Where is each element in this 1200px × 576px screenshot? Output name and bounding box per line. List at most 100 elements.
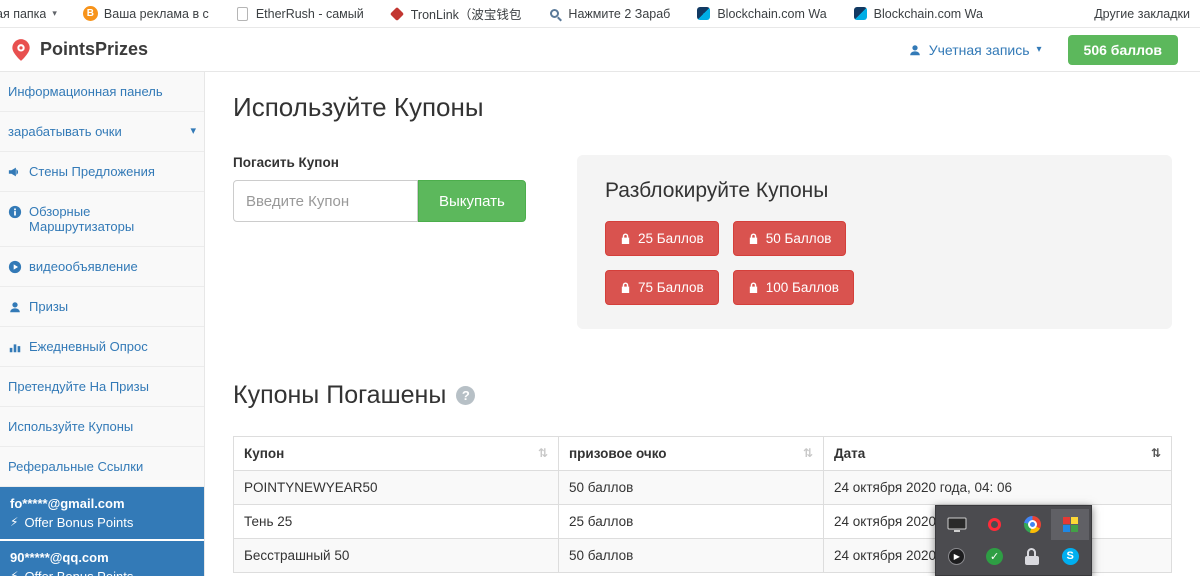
- sidebar-item-claim-prizes[interactable]: Претендуйте На Призы: [0, 367, 204, 407]
- sidebar-item-survey-routers[interactable]: Обзорные Маршрутизаторы: [0, 192, 204, 247]
- lock-icon: [748, 232, 759, 245]
- other-bookmarks-label: Другие закладки: [1094, 7, 1190, 21]
- bookmark-label: Нажмите 2 Зараб: [568, 7, 670, 21]
- bookmark-label: Blockchain.com Wa: [717, 7, 826, 21]
- coupon-input[interactable]: [233, 180, 418, 222]
- referral-action-label: Offer Bonus Points: [24, 569, 133, 576]
- unlock-button-label: 25 Баллов: [638, 231, 704, 246]
- bookmark-item[interactable]: Нажмите 2 Зараб: [547, 6, 670, 21]
- bookmark-item[interactable]: EtherRush - самый: [235, 6, 364, 21]
- unlock-panel-title: Разблокируйте Купоны: [605, 179, 1144, 203]
- play-circle-icon: [8, 260, 22, 274]
- blockchain-icon: [854, 7, 867, 20]
- opera-icon: [988, 518, 1001, 531]
- tray-skype-icon[interactable]: S: [1051, 541, 1089, 572]
- tray-app-icon[interactable]: [1051, 509, 1089, 540]
- unlock-coupons-panel: Разблокируйте Купоны 25 Баллов 50 Баллов: [577, 155, 1172, 329]
- table-header-row: Купон ⇅ призовое очко ⇅ Дата ⇅: [234, 437, 1172, 471]
- blockchain-icon: [697, 7, 710, 20]
- sidebar-item-video-ads[interactable]: видеообъявление: [0, 247, 204, 287]
- shield-check-icon: ✓: [986, 548, 1003, 565]
- sidebar-item-offer-walls[interactable]: Стены Предложения: [0, 152, 204, 192]
- other-bookmarks[interactable]: Другие закладки: [1094, 7, 1190, 21]
- user-icon: [8, 300, 22, 314]
- chrome-icon: [1024, 516, 1041, 533]
- referral-email: 90*****@qq.com: [10, 550, 194, 565]
- redeemed-coupons-title: Купоны Погашены: [233, 381, 446, 410]
- tronlink-icon: [390, 6, 405, 21]
- sidebar-item-label: Претендуйте На Призы: [8, 379, 149, 394]
- column-header-date[interactable]: Дата ⇅: [824, 437, 1172, 471]
- tray-display-icon[interactable]: [938, 509, 976, 540]
- page-title: Используйте Купоны: [233, 92, 1172, 123]
- unlock-75-points-button[interactable]: 75 Баллов: [605, 270, 719, 305]
- lock-icon: [748, 281, 759, 294]
- bookmark-item[interactable]: Blockchain.com Wa: [853, 6, 983, 21]
- search-icon: [547, 6, 562, 21]
- cell-points: 50 баллов: [559, 471, 824, 505]
- redeem-coupon-form: Погасить Купон Выкупать: [233, 155, 533, 222]
- sidebar-item-daily-poll[interactable]: Ежедневный Опрос: [0, 327, 204, 367]
- bookmark-folder[interactable]: ая папка ▾: [0, 7, 57, 21]
- bookmark-label: EtherRush - самый: [256, 7, 364, 21]
- unlock-25-points-button[interactable]: 25 Баллов: [605, 221, 719, 256]
- bookmark-item[interactable]: B Ваша реклама в с: [83, 6, 209, 21]
- account-label: Учетная запись: [929, 42, 1030, 58]
- table-row: POINTYNEWYEAR50 50 баллов 24 октября 202…: [234, 471, 1172, 505]
- user-icon: [908, 43, 922, 57]
- help-icon[interactable]: ?: [456, 386, 475, 405]
- bookmark-item[interactable]: Blockchain.com Wa: [696, 6, 826, 21]
- referral-action-label: Offer Bonus Points: [24, 515, 133, 530]
- unlock-button-label: 100 Баллов: [766, 280, 839, 295]
- sidebar-item-label: Стены Предложения: [29, 164, 155, 179]
- sidebar-item-label: Ежедневный Опрос: [29, 339, 148, 354]
- lock-icon: [1025, 548, 1039, 565]
- tray-lock-icon[interactable]: [1014, 541, 1052, 572]
- lightning-icon: ⚡: [10, 515, 18, 530]
- tray-antivirus-icon[interactable]: ✓: [976, 541, 1014, 572]
- redeem-button[interactable]: Выкупать: [418, 180, 526, 222]
- bookmark-label: Ваша реклама в с: [104, 7, 209, 21]
- sidebar-item-use-coupons[interactable]: Используйте Купоны: [0, 407, 204, 447]
- sidebar-item-referral-links[interactable]: Реферальные Ссылки: [0, 447, 204, 487]
- lock-icon: [620, 281, 631, 294]
- unlock-50-points-button[interactable]: 50 Баллов: [733, 221, 847, 256]
- sidebar-item-label: Информационная панель: [8, 84, 163, 99]
- bookmark-label: Blockchain.com Wa: [874, 7, 983, 21]
- main-content: Используйте Купоны Погасить Купон Выкупа…: [205, 72, 1200, 576]
- app-header: PointsPrizes Учетная запись ▾ 506 баллов: [0, 28, 1200, 72]
- referral-account-card[interactable]: 90*****@qq.com ⚡ Offer Bonus Points: [0, 541, 204, 576]
- sidebar-item-dashboard[interactable]: Информационная панель: [0, 72, 204, 112]
- unlock-100-points-button[interactable]: 100 Баллов: [733, 270, 854, 305]
- referral-account-card[interactable]: fo*****@gmail.com ⚡ Offer Bonus Points: [0, 487, 204, 541]
- sort-icon[interactable]: ⇅: [538, 446, 548, 460]
- display-icon: [947, 516, 967, 534]
- tray-chrome-icon[interactable]: [1014, 509, 1052, 540]
- cell-points: 50 баллов: [559, 539, 824, 573]
- redeem-coupon-label: Погасить Купон: [233, 155, 533, 170]
- info-circle-icon: [8, 205, 22, 219]
- sidebar-item-label: Обзорные Маршрутизаторы: [29, 204, 196, 234]
- bookmark-item[interactable]: TronLink（波宝钱包: [390, 4, 522, 23]
- sort-icon[interactable]: ⇅: [803, 446, 813, 460]
- unlock-button-label: 75 Баллов: [638, 280, 704, 295]
- points-balance-badge[interactable]: 506 баллов: [1068, 35, 1178, 65]
- sidebar-item-label: Реферальные Ссылки: [8, 459, 143, 474]
- sidebar-item-label: зарабатывать очки: [8, 124, 122, 139]
- pointsprizes-logo-icon: [8, 37, 34, 63]
- sidebar-item-earn-points[interactable]: зарабатывать очки ▾: [0, 112, 204, 152]
- skype-icon: S: [1062, 548, 1079, 565]
- sidebar-item-label: видеообъявление: [29, 259, 138, 274]
- sidebar-item-prizes[interactable]: Призы: [0, 287, 204, 327]
- chevron-down-icon: ▾: [190, 124, 196, 139]
- column-header-coupon[interactable]: Купон ⇅: [234, 437, 559, 471]
- bookmark-label: TronLink（波宝钱包: [411, 4, 522, 23]
- tray-opera-icon[interactable]: [976, 509, 1014, 540]
- account-menu[interactable]: Учетная запись ▾: [908, 42, 1042, 58]
- brand-name: PointsPrizes: [40, 39, 148, 60]
- brand-logo-link[interactable]: PointsPrizes: [8, 37, 148, 63]
- tray-media-player-icon[interactable]: ▶: [938, 541, 976, 572]
- bookmarks-bar: ая папка ▾ B Ваша реклама в с EtherRush …: [0, 0, 1200, 28]
- sort-icon[interactable]: ⇅: [1151, 446, 1161, 460]
- column-header-points[interactable]: призовое очко ⇅: [559, 437, 824, 471]
